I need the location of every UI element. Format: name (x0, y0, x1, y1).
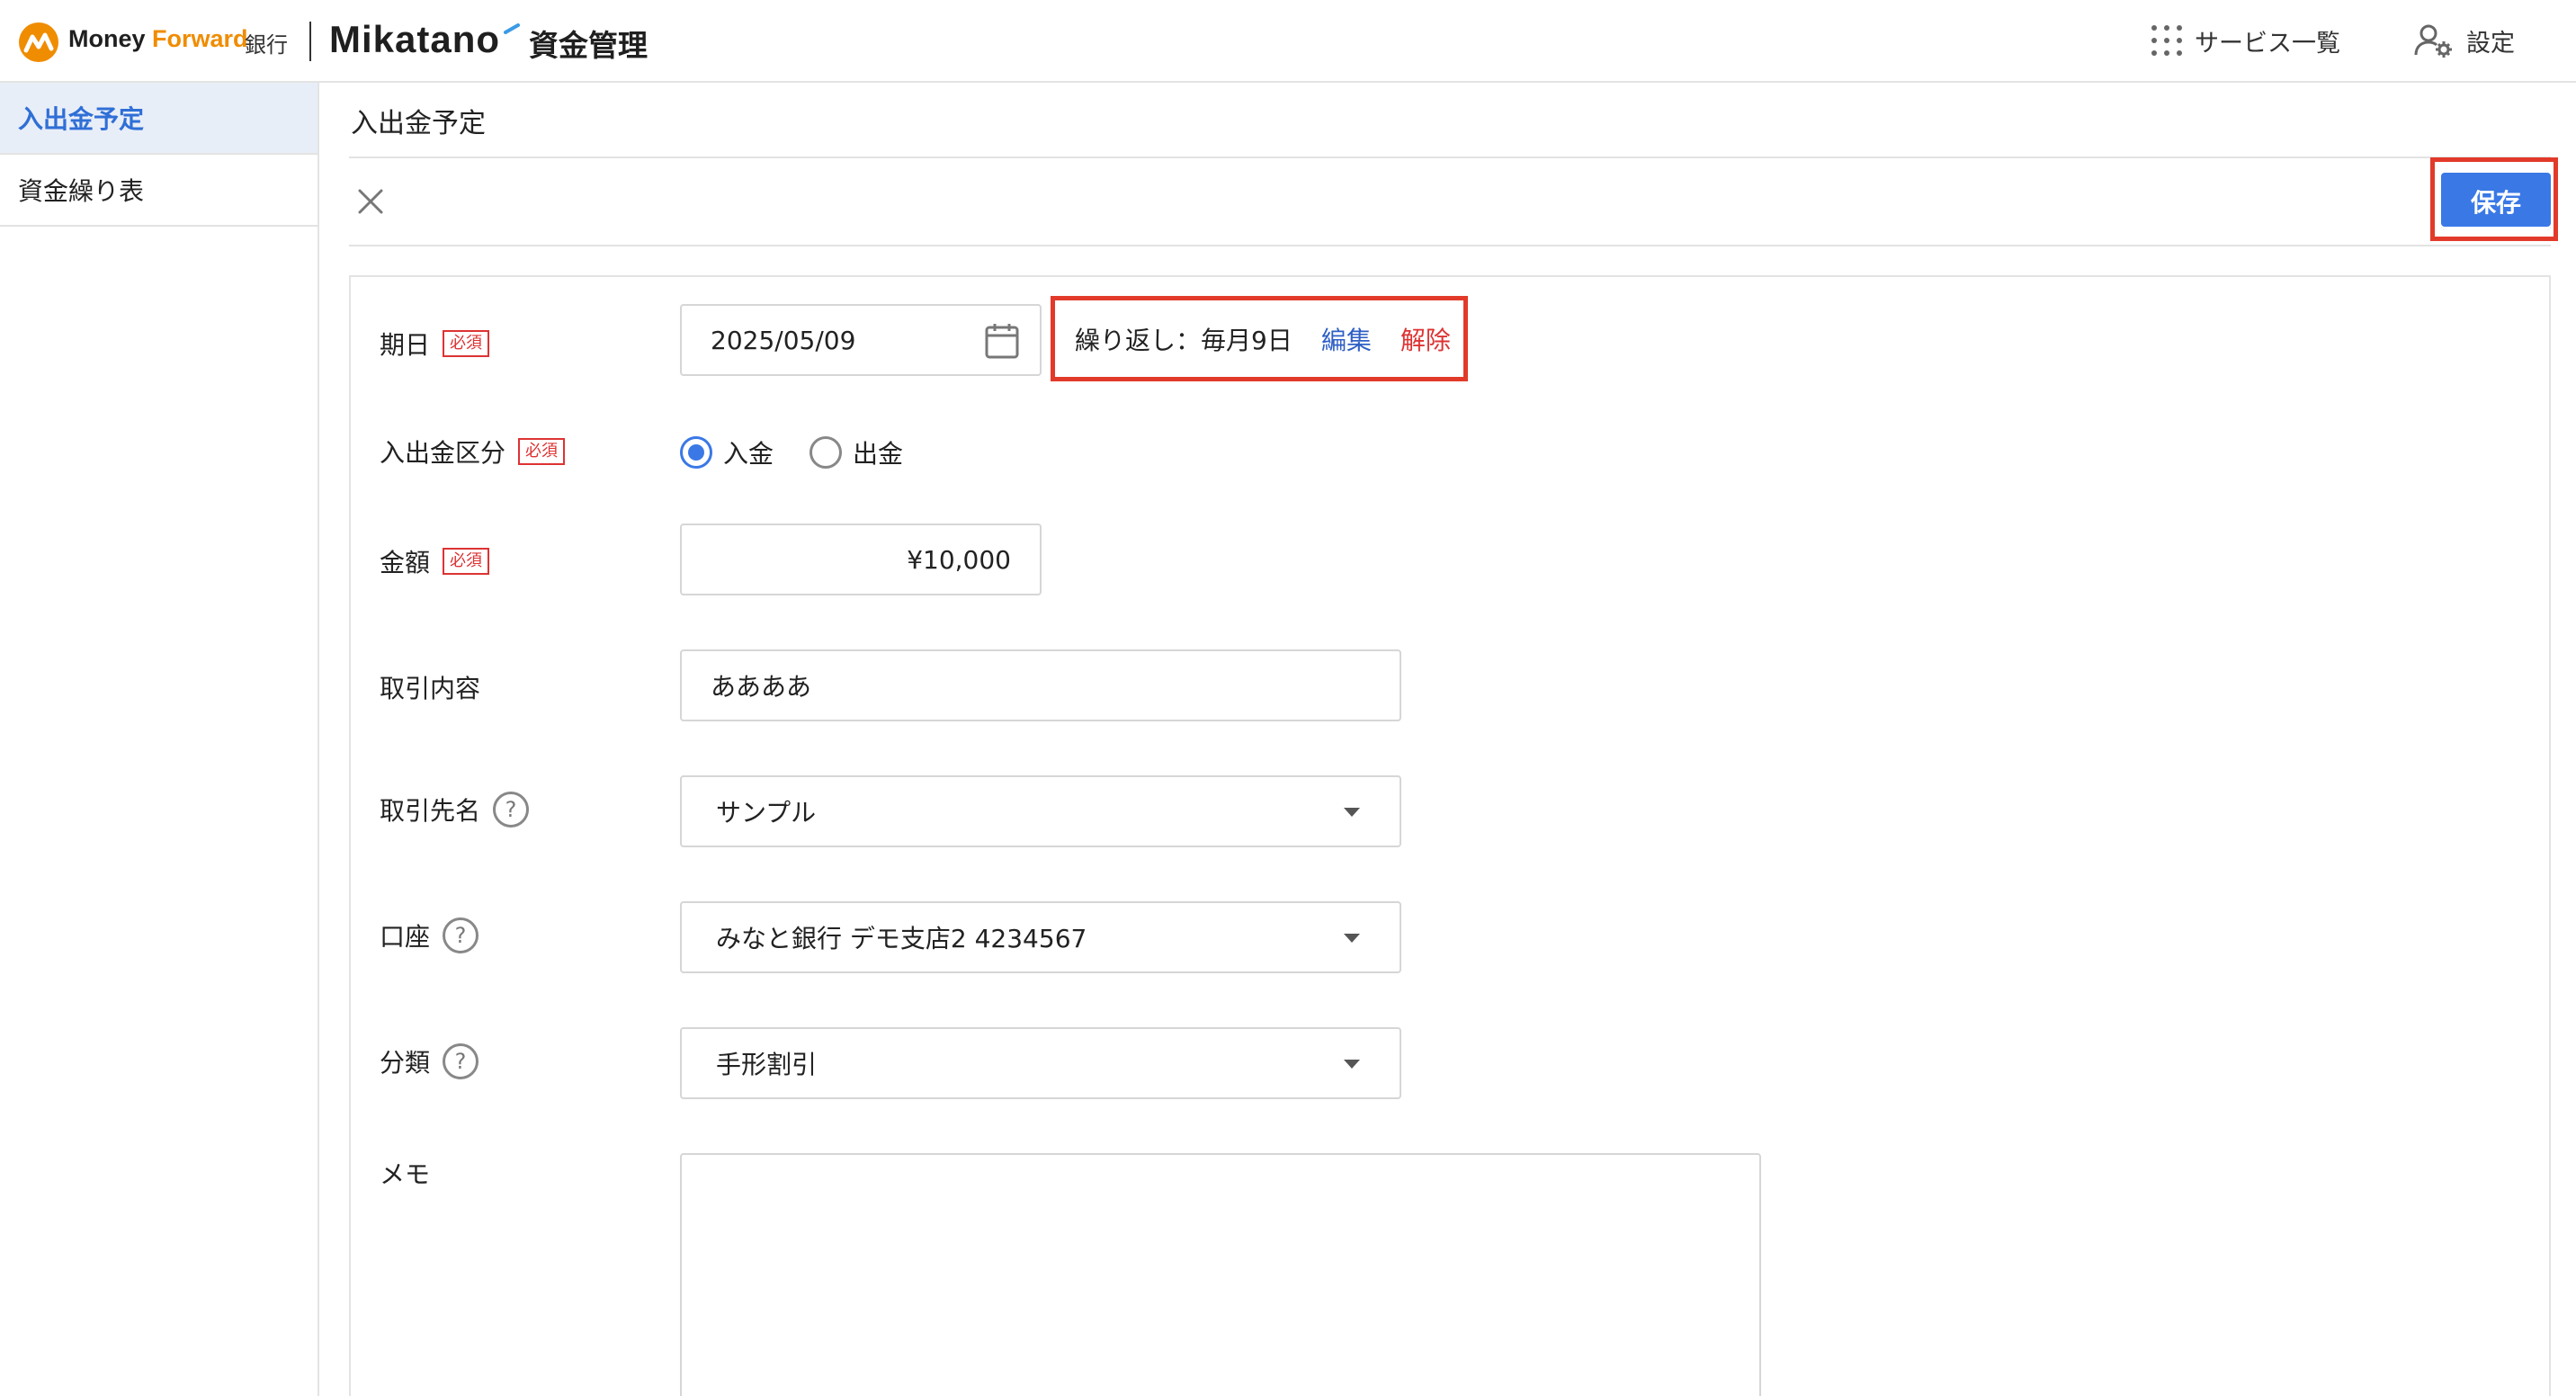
account-label-row: 口座 ? (380, 917, 479, 953)
close-icon[interactable] (353, 183, 389, 219)
brand-divider (309, 22, 311, 61)
radio-selected-icon[interactable] (680, 436, 712, 469)
account-label: 口座 (380, 922, 431, 952)
amount-label-row: 金額 必須 (380, 543, 490, 579)
brand-text-forward: Forward (152, 25, 248, 52)
required-badge: 必須 (518, 438, 566, 465)
memo-textarea[interactable] (680, 1153, 1761, 1396)
due-date-label-row: 期日 必須 (380, 326, 490, 362)
description-label: 取引内容 (380, 674, 481, 703)
repeat-text: 繰り返し：毎月9日 (1075, 325, 1292, 355)
memo-label-row: メモ (380, 1155, 430, 1191)
partner-value: サンプル (716, 798, 817, 828)
category-select[interactable]: 手形割引 (680, 1027, 1401, 1099)
amount-label: 金額 (380, 548, 431, 577)
repeat-edit-link[interactable]: 編集 (1321, 321, 1372, 357)
app-header: Money Forward 銀行 Mikatano 資金管理 サービス一覧 設定 (0, 0, 2576, 83)
memo-label: メモ (380, 1159, 431, 1189)
description-input[interactable]: ああああ (680, 649, 1401, 721)
settings-button[interactable]: 設定 (2414, 20, 2515, 61)
divider (349, 157, 2551, 158)
category-label: 分類 (380, 1048, 431, 1078)
required-badge: 必須 (443, 548, 490, 575)
services-menu-button[interactable]: サービス一覧 (2151, 20, 2340, 61)
brand-money-forward: Money Forward (68, 25, 248, 53)
help-icon[interactable]: ? (493, 792, 530, 828)
radio-income[interactable]: 入金 (680, 434, 774, 470)
description-label-row: 取引内容 (380, 669, 480, 705)
radio-unselected-icon[interactable] (809, 436, 843, 469)
brand-text: Money (68, 25, 153, 52)
brand-bank-label: 銀行 (245, 32, 288, 58)
due-date-value: 2025/05/09 (711, 325, 856, 355)
category-label-row: 分類 ? (380, 1043, 479, 1079)
user-settings-icon (2414, 24, 2452, 58)
app-grid-icon (2151, 25, 2182, 56)
save-button[interactable]: 保存 (2441, 173, 2551, 230)
repeat-remove-link[interactable]: 解除 (1400, 321, 1451, 357)
product-accent-icon (504, 23, 520, 34)
money-forward-logo-icon (19, 22, 58, 62)
calendar-icon[interactable] (984, 322, 1020, 360)
amount-input[interactable]: ¥10,000 (680, 524, 1042, 595)
help-icon[interactable]: ? (443, 1043, 479, 1079)
type-radio-group: 入金 出金 (680, 434, 939, 471)
partner-label-row: 取引先名 ? (380, 792, 530, 828)
sidebar-item-cash-schedule[interactable]: 入出金予定 (0, 83, 318, 155)
partner-label: 取引先名 (380, 796, 481, 826)
sidebar: 入出金予定 資金繰り表 (0, 83, 319, 1396)
partner-select[interactable]: サンプル (680, 775, 1401, 847)
description-value: ああああ (711, 672, 812, 702)
chevron-down-icon (1344, 1060, 1360, 1069)
product-name: Mikatano (329, 18, 501, 60)
settings-label: 設定 (2466, 29, 2515, 58)
type-label: 入出金区分 (380, 438, 506, 468)
sidebar-item-cash-flow-table[interactable]: 資金繰り表 (0, 155, 318, 227)
required-badge: 必須 (443, 330, 490, 357)
category-value: 手形割引 (716, 1050, 818, 1079)
divider (349, 245, 2551, 246)
services-label: サービス一覧 (2195, 29, 2340, 58)
chevron-down-icon (1344, 808, 1360, 817)
account-select[interactable]: みなと銀行 デモ支店2 4234567 (680, 901, 1401, 973)
type-label-row: 入出金区分 必須 (380, 434, 566, 470)
repeat-setting: 繰り返し：毎月9日 編集 解除 (1051, 296, 1468, 381)
help-icon[interactable]: ? (443, 917, 479, 953)
due-date-input[interactable]: 2025/05/09 (680, 304, 1042, 376)
amount-value: ¥10,000 (907, 544, 1011, 575)
chevron-down-icon (1344, 934, 1360, 943)
product-suffix: 資金管理 (529, 28, 648, 63)
radio-expense[interactable]: 出金 (809, 434, 903, 470)
page-title: 入出金予定 (351, 108, 486, 139)
due-date-label: 期日 (380, 330, 431, 360)
radio-income-label: 入金 (723, 439, 774, 469)
account-value: みなと銀行 デモ支店2 4234567 (716, 924, 1087, 953)
radio-expense-label: 出金 (853, 439, 904, 469)
